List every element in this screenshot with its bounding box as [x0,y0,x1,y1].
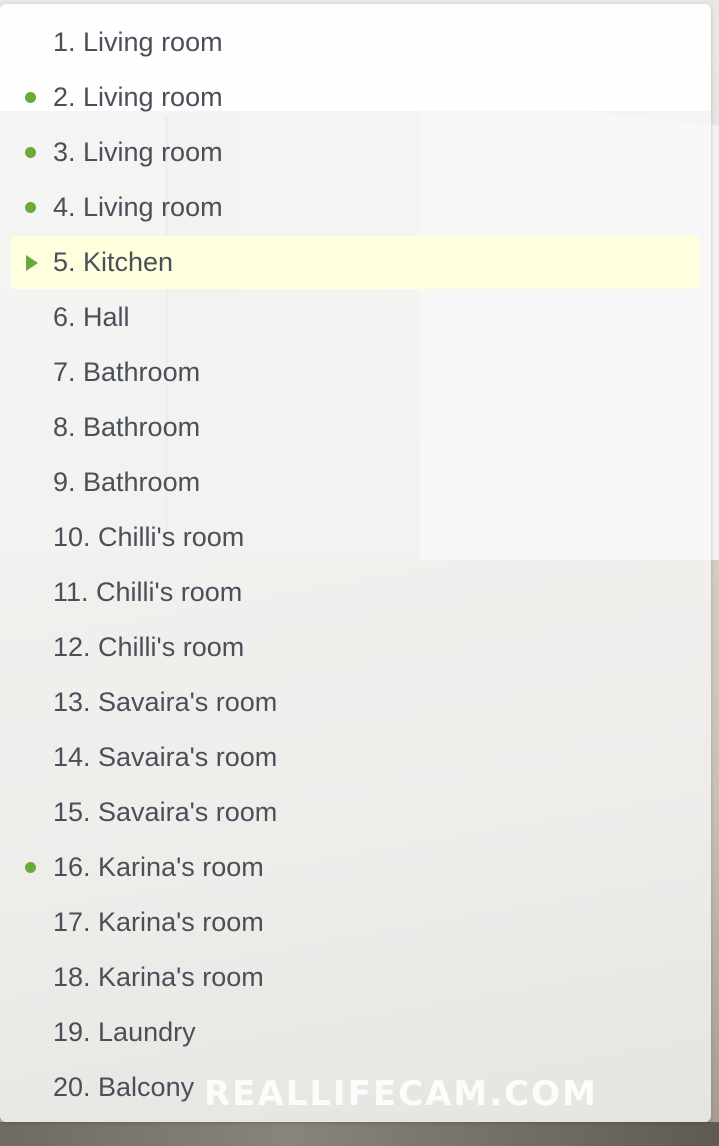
camera-list-item-label: 13. Savaira's room [53,687,278,717]
camera-list-item[interactable]: 1. Living room [11,15,700,70]
camera-list-item-label: 6. Hall [53,302,130,332]
camera-list-item-label: 17. Karina's room [53,907,264,937]
camera-list: 1. Living room 2. Living room 3. Living ro… [0,15,711,1115]
camera-list-item-label: 10. Chilli's room [53,522,245,552]
camera-list-item[interactable]: 15. Savaira's room [11,785,700,840]
camera-list-item[interactable]: 17. Karina's room [11,895,700,950]
camera-list-item[interactable]: 14. Savaira's room [11,730,700,785]
play-icon [26,255,38,271]
site-watermark: REALLIFECAM.COM [204,1074,598,1114]
camera-list-item-label: 7. Bathroom [53,357,201,387]
camera-list-item-label: 4. Living room [53,192,223,222]
camera-list-item[interactable]: 7. Bathroom [11,345,700,400]
camera-list-item[interactable]: 5. Kitchen [11,236,700,289]
camera-list-item-label: 8. Bathroom [53,412,201,442]
camera-list-item-label: 5. Kitchen [53,247,174,277]
camera-list-item[interactable]: 13. Savaira's room [11,675,700,730]
camera-list-item-label: 11. Chilli's room [53,577,243,607]
camera-list-item[interactable]: 18. Karina's room [11,950,700,1005]
camera-list-item-label: 9. Bathroom [53,467,201,497]
feed-bottom-strip [0,1122,719,1146]
camera-list-item-label: 18. Karina's room [53,962,264,992]
camera-list-item[interactable]: 10. Chilli's room [11,510,700,565]
camera-list-item-label: 19. Laundry [53,1017,196,1047]
camera-list-item[interactable]: 11. Chilli's room [11,565,700,620]
online-dot-icon [25,202,36,213]
camera-list-item[interactable]: 12. Chilli's room [11,620,700,675]
camera-list-item-label: 3. Living room [53,137,223,167]
camera-list-item-label: 12. Chilli's room [53,632,245,662]
camera-list-item-label: 1. Living room [53,27,223,57]
camera-list-item[interactable]: 4. Living room [11,180,700,235]
camera-list-item-label: 16. Karina's room [53,852,264,882]
camera-list-item[interactable]: 19. Laundry [11,1005,700,1060]
online-dot-icon [25,92,36,103]
online-dot-icon [25,147,36,158]
camera-list-item-label: 2. Living room [53,82,223,112]
camera-dropdown-panel: 1. Living room 2. Living room 3. Living ro… [0,4,711,1122]
camera-list-item[interactable]: 6. Hall [11,290,700,345]
camera-list-item-label: 20. Balcony [53,1072,195,1102]
camera-list-item[interactable]: 3. Living room [11,125,700,180]
camera-list-item-label: 14. Savaira's room [53,742,278,772]
online-dot-icon [25,862,36,873]
camera-list-item[interactable]: 16. Karina's room [11,840,700,895]
camera-list-item[interactable]: 2. Living room [11,70,700,125]
camera-list-item[interactable]: 9. Bathroom [11,455,700,510]
camera-list-item[interactable]: 8. Bathroom [11,400,700,455]
camera-list-item-label: 15. Savaira's room [53,797,278,827]
